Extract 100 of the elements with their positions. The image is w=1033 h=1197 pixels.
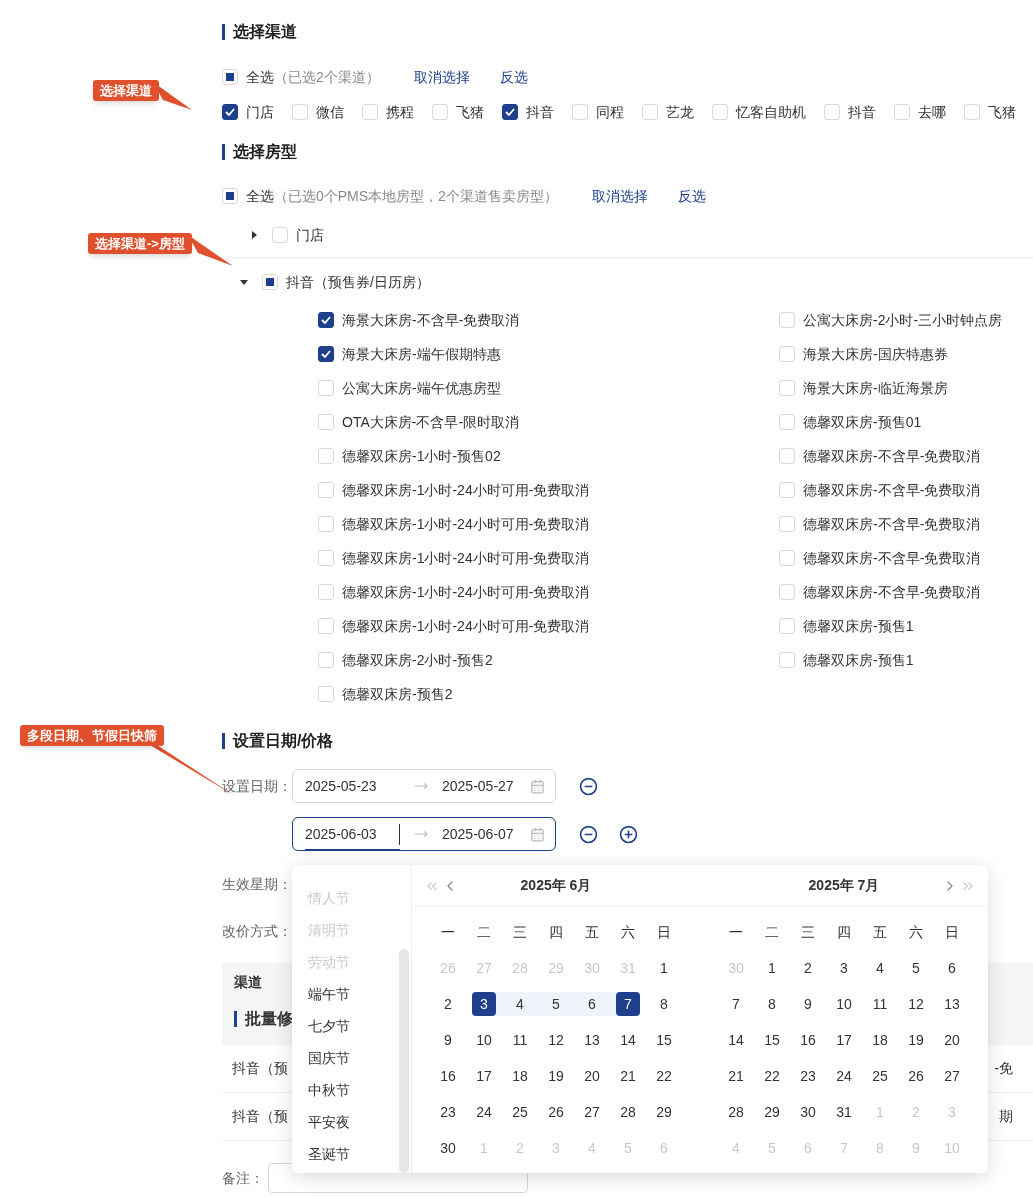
calendar-day[interactable]: 16 [796, 1028, 820, 1052]
calendar-day[interactable]: 23 [796, 1064, 820, 1088]
channel-option[interactable]: 微信 [316, 101, 344, 123]
invert-link[interactable]: 反选 [499, 66, 528, 88]
calendar-day[interactable]: 26 [904, 1064, 928, 1088]
checkbox[interactable] [318, 346, 334, 362]
remove-icon[interactable] [579, 824, 598, 844]
room-type-option[interactable]: 海景大床房-端午假期特惠 [342, 343, 501, 365]
holiday-option[interactable]: 端午节 [308, 978, 411, 1010]
room-type-option[interactable]: 德馨双床房-1小时-24小时可用-免费取消 [342, 615, 590, 637]
calendar-day[interactable]: 1 [652, 956, 676, 980]
channel-option[interactable]: 飞猪 [988, 101, 1016, 123]
calendar-day[interactable]: 17 [832, 1028, 856, 1052]
holiday-option[interactable]: 平安夜 [308, 1106, 411, 1138]
channel-option[interactable]: 去哪 [918, 101, 946, 123]
calendar-day[interactable]: 25 [868, 1064, 892, 1088]
calendar-day[interactable]: 10 [832, 992, 856, 1016]
calendar-day[interactable]: 2 [436, 992, 460, 1016]
calendar-day[interactable]: 19 [904, 1028, 928, 1052]
room-type-option[interactable]: 德馨双床房-预售2 [342, 683, 453, 705]
room-type-option[interactable]: 德馨双床房-预售1 [803, 615, 914, 637]
room-type-option[interactable]: 德馨双床房-2小时-预售2 [342, 649, 493, 671]
room-type-option[interactable]: 德馨双床房-不含早-免费取消 [803, 581, 981, 603]
end-date[interactable]: 2025-05-27 [442, 775, 514, 797]
channel-option[interactable]: 抖音 [848, 101, 876, 123]
invert-link[interactable]: 反选 [677, 185, 706, 207]
calendar-day[interactable]: 28 [616, 1100, 640, 1124]
calendar-day[interactable]: 22 [652, 1064, 676, 1088]
calendar-day[interactable]: 23 [436, 1100, 460, 1124]
calendar-day[interactable]: 25 [508, 1100, 532, 1124]
calendar-day[interactable]: 11 [868, 992, 892, 1016]
calendar-day[interactable]: 8 [760, 992, 784, 1016]
calendar-day[interactable]: 24 [832, 1064, 856, 1088]
room-type-option[interactable]: 海景大床房-国庆特惠券 [803, 343, 948, 365]
holiday-option[interactable]: 国庆节 [308, 1042, 411, 1074]
calendar-day[interactable]: 15 [652, 1028, 676, 1052]
channel-option[interactable]: 携程 [386, 101, 414, 123]
holiday-option[interactable]: 七夕节 [308, 1010, 411, 1042]
calendar-day[interactable]: 3 [472, 992, 496, 1016]
room-type-option[interactable]: 公寓大床房-2小时-三小时钟点房 [803, 309, 1003, 331]
calendar-day[interactable]: 18 [508, 1064, 532, 1088]
calendar-day[interactable]: 19 [544, 1064, 568, 1088]
room-type-option[interactable]: 德馨双床房-不含早-免费取消 [803, 513, 981, 535]
deselect-link[interactable]: 取消选择 [591, 185, 648, 207]
calendar-day[interactable]: 3 [832, 956, 856, 980]
remove-icon[interactable] [579, 776, 598, 796]
room-type-option[interactable]: 德馨双床房-不含早-免费取消 [803, 479, 981, 501]
calendar-day[interactable]: 13 [940, 992, 964, 1016]
calendar-day[interactable]: 20 [940, 1028, 964, 1052]
holiday-option[interactable]: 中秋节 [308, 1074, 411, 1106]
checkbox[interactable] [222, 104, 238, 120]
channel-option[interactable]: 飞猪 [456, 101, 484, 123]
channel-option[interactable]: 抖音 [526, 101, 554, 123]
calendar-day[interactable]: 30 [796, 1100, 820, 1124]
room-type-option[interactable]: 德馨双床房-预售1 [803, 649, 914, 671]
calendar-day[interactable]: 15 [760, 1028, 784, 1052]
channel-option[interactable]: 门店 [246, 101, 274, 123]
date-range-field[interactable]: 2025-06-03 2025-06-07 [292, 817, 556, 851]
calendar-day[interactable]: 24 [472, 1100, 496, 1124]
calendar-day[interactable]: 13 [580, 1028, 604, 1052]
checkbox[interactable] [502, 104, 518, 120]
room-type-option[interactable]: 德馨双床房-1小时-24小时可用-免费取消 [342, 513, 590, 535]
calendar-day[interactable]: 14 [724, 1028, 748, 1052]
calendar-day[interactable]: 6 [940, 956, 964, 980]
calendar-day[interactable]: 2 [796, 956, 820, 980]
room-type-option[interactable]: 海景大床房-临近海景房 [803, 377, 948, 399]
calendar-day[interactable]: 10 [472, 1028, 496, 1052]
room-type-option[interactable]: 德馨双床房-预售01 [803, 411, 922, 433]
calendar-day[interactable]: 1 [760, 956, 784, 980]
date-range-field[interactable]: 2025-05-23 2025-05-27 [292, 769, 556, 803]
calendar-day[interactable]: 12 [544, 1028, 568, 1052]
calendar-day[interactable]: 26 [544, 1100, 568, 1124]
calendar-day[interactable]: 29 [652, 1100, 676, 1124]
room-type-option[interactable]: 海景大床房-不含早-免费取消 [342, 309, 520, 331]
channel-option[interactable]: 同程 [596, 101, 624, 123]
end-date[interactable]: 2025-06-07 [442, 823, 514, 845]
room-type-option[interactable]: 德馨双床房-1小时-24小时可用-免费取消 [342, 581, 590, 603]
start-date[interactable]: 2025-05-23 [305, 775, 400, 797]
room-type-option[interactable]: 公寓大床房-端午优惠房型 [342, 377, 501, 399]
calendar-day[interactable]: 30 [436, 1136, 460, 1160]
calendar-day[interactable]: 31 [832, 1100, 856, 1124]
deselect-link[interactable]: 取消选择 [413, 66, 470, 88]
calendar-day[interactable]: 11 [508, 1028, 532, 1052]
room-type-option[interactable]: 德馨双床房-不含早-免费取消 [803, 445, 981, 467]
calendar-day[interactable]: 9 [436, 1028, 460, 1052]
room-type-option[interactable]: 德馨双床房-不含早-免费取消 [803, 547, 981, 569]
calendar-day[interactable]: 12 [904, 992, 928, 1016]
calendar-day[interactable]: 9 [796, 992, 820, 1016]
holiday-option[interactable]: 圣诞节 [308, 1138, 411, 1170]
calendar-day[interactable]: 18 [868, 1028, 892, 1052]
calendar-day[interactable]: 29 [760, 1100, 784, 1124]
calendar-day[interactable]: 17 [472, 1064, 496, 1088]
checkbox[interactable] [318, 312, 334, 328]
start-date[interactable]: 2025-06-03 [305, 823, 400, 845]
room-type-option[interactable]: 德馨双床房-1小时-预售02 [342, 445, 501, 467]
calendar-day[interactable]: 16 [436, 1064, 460, 1088]
calendar-day[interactable]: 7 [616, 992, 640, 1016]
room-type-option[interactable]: OTA大床房-不含早-限时取消 [342, 411, 520, 433]
room-type-option[interactable]: 德馨双床房-1小时-24小时可用-免费取消 [342, 479, 590, 501]
calendar-day[interactable]: 22 [760, 1064, 784, 1088]
